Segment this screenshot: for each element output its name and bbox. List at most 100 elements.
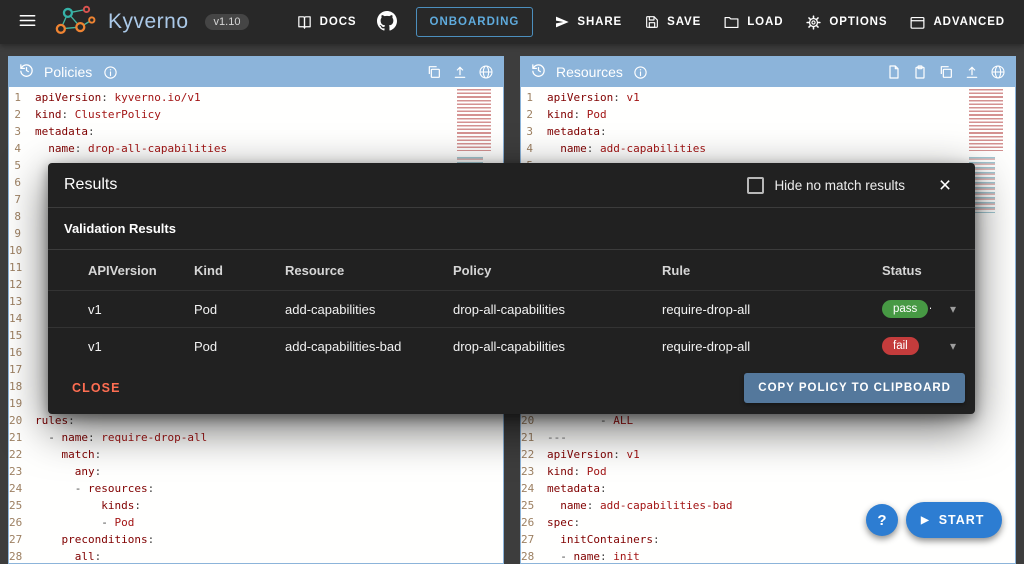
line-number: 6 [9, 174, 35, 191]
col-policy: Policy [453, 263, 662, 278]
code-line: 1apiVersion: kyverno.io/v1 [9, 89, 503, 106]
code-line: 3metadata: [9, 123, 503, 140]
code-line: 1apiVersion: v1 [521, 89, 1015, 106]
line-number: 17 [9, 361, 35, 378]
docs-icon [296, 14, 313, 31]
share-label: SHARE [577, 16, 622, 28]
minimap[interactable] [969, 89, 1011, 563]
code-line: 24 - resources: [9, 480, 503, 497]
help-button[interactable]: ? [866, 504, 898, 536]
close-button[interactable]: CLOSE [64, 373, 129, 403]
play-icon: ▶ [921, 515, 930, 526]
code-line: 2kind: Pod [521, 106, 1015, 123]
line-number: 12 [9, 276, 35, 293]
advanced-button[interactable]: ADVANCED [900, 6, 1014, 39]
menu-button[interactable] [10, 5, 44, 39]
close-icon[interactable]: × [931, 171, 959, 199]
chevron-down-icon[interactable]: ▾ [931, 302, 975, 316]
line-number: 7 [9, 191, 35, 208]
col-kind: Kind [194, 263, 285, 278]
line-number: 21 [9, 429, 35, 446]
line-number: 21 [521, 429, 547, 446]
file-icon[interactable] [881, 59, 907, 85]
start-button[interactable]: ▶ START [906, 502, 1002, 538]
checkbox-label: Hide no match results [774, 178, 905, 193]
policies-title: Policies [44, 64, 92, 80]
line-number: 23 [521, 463, 547, 480]
line-number: 28 [521, 548, 547, 563]
results-table-header: APIVersion Kind Resource Policy Rule Sta… [48, 250, 975, 290]
line-number: 26 [9, 514, 35, 531]
cell-resource: add-capabilities [285, 302, 453, 317]
resources-title: Resources [556, 64, 623, 80]
code-line: 3metadata: [521, 123, 1015, 140]
globe-icon[interactable] [473, 59, 499, 85]
cell-policy: drop-all-capabilities [453, 339, 662, 354]
docs-button[interactable]: DOCS [287, 6, 366, 39]
app-header: Kyverno v1.10 DOCS ONBOARDING SHARE [0, 0, 1024, 44]
resources-panel-header: Resources [521, 57, 1015, 87]
line-number: 9 [9, 225, 35, 242]
globe-icon[interactable] [985, 59, 1011, 85]
clipboard-icon[interactable] [907, 59, 933, 85]
line-number: 5 [9, 157, 35, 174]
code-line: 23kind: Pod [521, 463, 1015, 480]
restore-button[interactable] [525, 59, 551, 85]
line-number: 2 [9, 106, 35, 123]
line-number: 22 [9, 446, 35, 463]
table-row: v1Podadd-capabilities-baddrop-all-capabi… [48, 327, 975, 364]
onboarding-button[interactable]: ONBOARDING [416, 7, 534, 37]
line-number: 15 [9, 327, 35, 344]
options-button[interactable]: OPTIONS [796, 6, 896, 39]
brand-name: Kyverno [108, 10, 189, 34]
line-number: 13 [9, 293, 35, 310]
info-icon[interactable] [628, 59, 654, 85]
policies-panel-header: Policies [9, 57, 503, 87]
upload-icon[interactable] [447, 59, 473, 85]
version-badge: v1.10 [205, 14, 250, 30]
copy-policy-button[interactable]: COPY POLICY TO CLIPBOARD [744, 373, 965, 403]
code-line: 23 any: [9, 463, 503, 480]
line-number: 23 [9, 463, 35, 480]
col-resource: Resource [285, 263, 453, 278]
line-number: 1 [9, 89, 35, 106]
results-modal: Results Hide no match results × Validati… [48, 163, 975, 414]
share-button[interactable]: SHARE [545, 6, 631, 38]
code-line: 4 name: add-capabilities [521, 140, 1015, 157]
restore-icon [530, 62, 547, 82]
copy-icon[interactable] [421, 59, 447, 85]
hide-no-match-checkbox[interactable]: Hide no match results [747, 177, 905, 194]
status-badge: fail [882, 337, 919, 355]
line-number: 24 [521, 480, 547, 497]
line-number: 14 [9, 310, 35, 327]
col-apiversion: APIVersion [88, 263, 194, 278]
code-line: 4 name: drop-all-capabilities [9, 140, 503, 157]
save-button[interactable]: SAVE [635, 6, 710, 38]
code-line: 28 - name: init [521, 548, 1015, 563]
save-label: SAVE [667, 16, 701, 28]
copy-icon[interactable] [933, 59, 959, 85]
checkbox-box[interactable] [747, 177, 764, 194]
line-number: 4 [521, 140, 547, 157]
load-button[interactable]: LOAD [714, 6, 792, 39]
github-button[interactable] [370, 5, 404, 39]
line-number: 4 [9, 140, 35, 157]
line-number: 3 [9, 123, 35, 140]
cell-rule: require-drop-all [662, 302, 882, 317]
save-icon [644, 14, 660, 30]
code-line: 28 all: [9, 548, 503, 563]
line-number: 18 [9, 378, 35, 395]
restore-button[interactable] [13, 59, 39, 85]
line-number: 2 [521, 106, 547, 123]
modal-title: Results [64, 176, 117, 194]
kyverno-playground: Kyverno v1.10 DOCS ONBOARDING SHARE [0, 0, 1024, 564]
cell-resource: add-capabilities-bad [285, 339, 453, 354]
code-line: 26 - Pod [9, 514, 503, 531]
col-status: Status [882, 263, 931, 278]
line-number: 1 [521, 89, 547, 106]
info-icon[interactable] [97, 59, 123, 85]
upload-icon[interactable] [959, 59, 985, 85]
line-number: 20 [9, 412, 35, 429]
line-number: 19 [9, 395, 35, 412]
chevron-down-icon[interactable]: ▾ [931, 339, 975, 353]
